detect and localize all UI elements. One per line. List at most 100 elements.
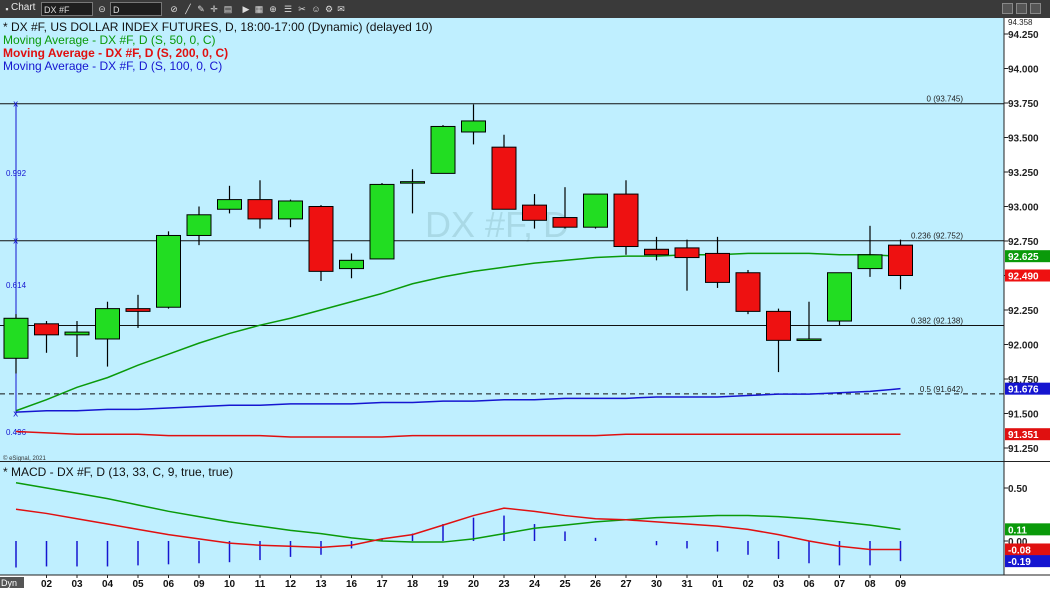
x-tick-label: 13 (315, 579, 327, 590)
fib-level-label: 0.236 (92.752) (911, 232, 963, 241)
chart-window: ▪ Chart DX #F ⊝ D ⊘ ╱ ✎ ✛ ▤ ▶ ▦ ⊕ ☰ ✂ ☺ … (0, 0, 1050, 591)
share-icon[interactable]: ✉ (335, 3, 347, 15)
minimize-button[interactable] (1002, 3, 1013, 14)
candle-body (95, 308, 120, 340)
candle-body (461, 120, 486, 133)
measure-marker: x (13, 100, 19, 110)
grid-icon[interactable]: ▦ (253, 3, 265, 15)
fib-level-label: 0.5 (91.642) (920, 385, 963, 394)
measure-label: 0.614 (6, 281, 27, 290)
candle-body (552, 217, 578, 228)
x-tick-label: 31 (681, 579, 693, 590)
symbol-input[interactable]: DX #F (41, 2, 93, 16)
x-tick-label: 30 (651, 579, 663, 590)
candle-body (217, 199, 242, 210)
candle-body (247, 199, 273, 220)
list-icon[interactable]: ☰ (282, 3, 294, 15)
x-tick-label: 02 (41, 579, 53, 590)
x-tick-label: 12 (285, 579, 297, 590)
fib-level-label: 0 (93.745) (927, 95, 964, 104)
settings-icon[interactable]: ⚙ (323, 3, 335, 15)
candle-body (125, 308, 151, 312)
date-axis-bg (0, 575, 1050, 591)
price-chart-svg[interactable]: DX #F, D 94.250 94.000 93.750 93.500 93.250 93… (0, 18, 1050, 591)
legend-ma200: Moving Average - DX #F, D (S, 200, 0, C) (3, 46, 228, 60)
x-tick-label: 09 (193, 579, 205, 590)
candle-body (369, 183, 395, 260)
draw-line-icon[interactable]: ╱ (182, 3, 194, 15)
y-tick-label: 91.250 (1008, 444, 1039, 455)
candle-body (796, 338, 822, 341)
x-tick-label: 24 (529, 579, 541, 590)
candle-body (522, 204, 547, 221)
x-tick-label: 03 (71, 579, 83, 590)
window-title: Chart (11, 2, 36, 13)
watermark: DX #F, D (425, 204, 569, 245)
candle-body (3, 317, 29, 359)
crosshair-icon[interactable]: ✛ (208, 3, 220, 15)
x-tick-label: 10 (224, 579, 236, 590)
candle-body (186, 214, 212, 236)
y-tick-label: 93.500 (1008, 134, 1039, 145)
x-tick-label: 16 (346, 579, 358, 590)
x-tick-label: 03 (773, 579, 785, 590)
candle-body (766, 310, 791, 341)
legend-ma50: Moving Average - DX #F, D (S, 50, 0, C) (3, 33, 216, 47)
candle-body (827, 272, 852, 322)
candle-body (308, 206, 334, 272)
cursor-icon[interactable]: ⊘ (168, 3, 180, 15)
macd-value: -0.08 (1008, 545, 1031, 556)
x-tick-label: 18 (407, 579, 419, 590)
candle-body (613, 193, 639, 248)
x-tick-label: 27 (620, 579, 632, 590)
dyn-label: Dyn (1, 578, 17, 588)
user-icon[interactable]: ☺ (310, 3, 322, 15)
ma100-value-label: 91.676 (1008, 385, 1039, 396)
x-tick-label: 05 (132, 579, 144, 590)
x-tick-label: 09 (895, 579, 907, 590)
x-tick-label: 04 (102, 579, 114, 590)
interval-input[interactable]: D (110, 2, 162, 16)
x-tick-label: 25 (559, 579, 571, 590)
legend-ma100: Moving Average - DX #F, D (S, 100, 0, C) (3, 59, 222, 73)
candle-body (400, 181, 425, 184)
candle-body (705, 252, 730, 283)
candle-body (735, 272, 761, 312)
y-tick-label: 93.250 (1008, 168, 1039, 179)
candle-body (491, 146, 517, 210)
macd-title: * MACD - DX #F, D (13, 33, C, 9, true, t… (3, 465, 233, 479)
measure-label: 0.992 (6, 169, 27, 178)
measure-marker: x (13, 410, 19, 420)
x-tick-label: 02 (742, 579, 754, 590)
candle-body (156, 234, 181, 308)
tools-icon[interactable]: ✂ (296, 3, 308, 15)
ma50-value-label: 92.625 (1008, 252, 1039, 263)
close-button[interactable] (1030, 3, 1041, 14)
link-icon[interactable]: ⊝ (96, 3, 108, 15)
y-tick-label: 94.000 (1008, 65, 1039, 76)
x-tick-label: 06 (163, 579, 175, 590)
zoom-icon[interactable]: ⊕ (267, 3, 279, 15)
candle-body (430, 125, 456, 174)
x-tick-label: 01 (712, 579, 724, 590)
x-tick-label: 23 (498, 579, 510, 590)
play-icon[interactable]: ▶ (240, 3, 252, 15)
y-tick-label: 92.250 (1008, 306, 1039, 317)
x-tick-label: 11 (255, 579, 266, 590)
last-price-label: 92.490 (1008, 272, 1039, 283)
candle-body (583, 193, 608, 228)
top-value-label: 94.358 (1008, 18, 1033, 27)
candle-body (888, 244, 913, 276)
bar-style-icon[interactable]: ▤ (222, 3, 234, 15)
x-tick-label: 17 (376, 579, 388, 590)
macd-tick-label: 0.50 (1008, 484, 1028, 495)
pencil-icon[interactable]: ✎ (195, 3, 207, 15)
copyright-label: © eSignal, 2021 (3, 455, 46, 462)
y-tick-label: 92.750 (1008, 237, 1039, 248)
maximize-button[interactable] (1016, 3, 1027, 14)
y-tick-label: 91.500 (1008, 410, 1039, 421)
fib-level-label: 0.382 (92.138) (911, 316, 963, 325)
x-tick-label: 06 (803, 579, 815, 590)
x-tick-label: 07 (834, 579, 846, 590)
y-tick-label: 93.750 (1008, 99, 1039, 110)
